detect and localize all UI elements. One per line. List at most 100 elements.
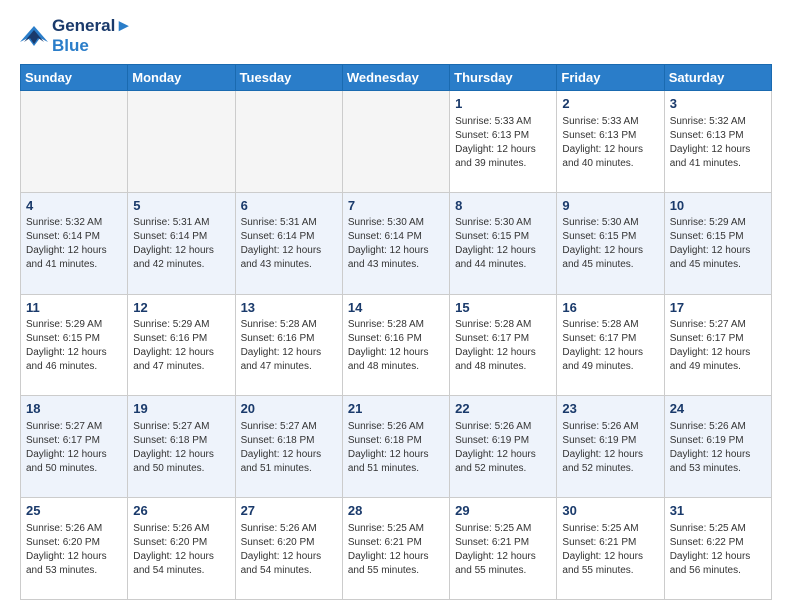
day-info: Sunrise: 5:27 AMSunset: 6:18 PMDaylight:… <box>133 420 229 476</box>
calendar-cell: 11Sunrise: 5:29 AMSunset: 6:15 PMDayligh… <box>21 294 128 396</box>
day-info: Sunrise: 5:25 AMSunset: 6:21 PMDaylight:… <box>562 522 658 578</box>
weekday-header-row: SundayMondayTuesdayWednesdayThursdayFrid… <box>21 65 772 91</box>
day-info: Sunrise: 5:25 AMSunset: 6:21 PMDaylight:… <box>455 522 551 578</box>
calendar-week-4: 18Sunrise: 5:27 AMSunset: 6:17 PMDayligh… <box>21 396 772 498</box>
calendar-cell: 20 Sunrise: 5:27 AMSunset: 6:18 PMDayligh… <box>235 396 342 498</box>
day-number: 1 <box>455 95 551 113</box>
calendar-week-5: 25 Sunrise: 5:26 AMSunset: 6:20 PMDayligh… <box>21 498 772 600</box>
calendar-cell: 7Sunrise: 5:30 AMSunset: 6:14 PMDaylight… <box>342 192 449 294</box>
day-number: 16 <box>562 299 658 317</box>
calendar-cell: 4Sunrise: 5:32 AMSunset: 6:14 PMDaylight… <box>21 192 128 294</box>
day-number: 4 <box>26 197 122 215</box>
day-number: 30 <box>562 502 658 520</box>
day-number: 14 <box>348 299 444 317</box>
day-info: Sunrise: 5:32 AMSunset: 6:13 PMDaylight:… <box>670 115 766 171</box>
calendar-cell: 9Sunrise: 5:30 AMSunset: 6:15 PMDaylight… <box>557 192 664 294</box>
day-number: 19 <box>133 400 229 418</box>
calendar-cell: 15Sunrise: 5:28 AMSunset: 6:17 PMDayligh… <box>450 294 557 396</box>
day-info: Sunrise: 5:32 AMSunset: 6:14 PMDaylight:… <box>26 216 122 272</box>
day-number: 5 <box>133 197 229 215</box>
weekday-header-monday: Monday <box>128 65 235 91</box>
calendar-cell <box>128 91 235 193</box>
weekday-header-friday: Friday <box>557 65 664 91</box>
day-info: Sunrise: 5:28 AMSunset: 6:16 PMDaylight:… <box>348 318 444 374</box>
day-info: Sunrise: 5:28 AMSunset: 6:17 PMDaylight:… <box>455 318 551 374</box>
day-number: 31 <box>670 502 766 520</box>
calendar-cell: 2 Sunrise: 5:33 AMSunset: 6:13 PMDaylight… <box>557 91 664 193</box>
day-number: 9 <box>562 197 658 215</box>
day-number: 17 <box>670 299 766 317</box>
day-number: 15 <box>455 299 551 317</box>
calendar-cell: 5Sunrise: 5:31 AMSunset: 6:14 PMDaylight… <box>128 192 235 294</box>
day-info: Sunrise: 5:30 AMSunset: 6:15 PMDaylight:… <box>562 216 658 272</box>
day-number: 2 <box>562 95 658 113</box>
calendar-cell <box>342 91 449 193</box>
day-number: 29 <box>455 502 551 520</box>
day-info: Sunrise: 5:26 AMSunset: 6:19 PMDaylight:… <box>670 420 766 476</box>
calendar-week-1: 1 Sunrise: 5:33 AMSunset: 6:13 PMDaylight… <box>21 91 772 193</box>
day-info: Sunrise: 5:33 AMSunset: 6:13 PMDaylight:… <box>455 115 551 171</box>
day-number: 11 <box>26 299 122 317</box>
weekday-header-thursday: Thursday <box>450 65 557 91</box>
day-number: 7 <box>348 197 444 215</box>
calendar-cell: 14Sunrise: 5:28 AMSunset: 6:16 PMDayligh… <box>342 294 449 396</box>
logo-text: General► Blue <box>52 16 132 56</box>
day-info: Sunrise: 5:26 AMSunset: 6:20 PMDaylight:… <box>26 522 122 578</box>
calendar-cell: 26 Sunrise: 5:26 AMSunset: 6:20 PMDayligh… <box>128 498 235 600</box>
calendar-cell: 24 Sunrise: 5:26 AMSunset: 6:19 PMDayligh… <box>664 396 771 498</box>
day-info: Sunrise: 5:26 AMSunset: 6:20 PMDaylight:… <box>241 522 337 578</box>
day-number: 26 <box>133 502 229 520</box>
day-number: 6 <box>241 197 337 215</box>
day-info: Sunrise: 5:25 AMSunset: 6:22 PMDaylight:… <box>670 522 766 578</box>
day-number: 25 <box>26 502 122 520</box>
calendar-cell: 1 Sunrise: 5:33 AMSunset: 6:13 PMDaylight… <box>450 91 557 193</box>
day-info: Sunrise: 5:30 AMSunset: 6:14 PMDaylight:… <box>348 216 444 272</box>
calendar-cell: 25 Sunrise: 5:26 AMSunset: 6:20 PMDayligh… <box>21 498 128 600</box>
calendar-week-3: 11Sunrise: 5:29 AMSunset: 6:15 PMDayligh… <box>21 294 772 396</box>
calendar-table: SundayMondayTuesdayWednesdayThursdayFrid… <box>20 64 772 600</box>
day-info: Sunrise: 5:29 AMSunset: 6:15 PMDaylight:… <box>670 216 766 272</box>
day-info: Sunrise: 5:26 AMSunset: 6:18 PMDaylight:… <box>348 420 444 476</box>
calendar-cell: 17Sunrise: 5:27 AMSunset: 6:17 PMDayligh… <box>664 294 771 396</box>
logo-icon <box>20 24 48 48</box>
calendar-cell: 6Sunrise: 5:31 AMSunset: 6:14 PMDaylight… <box>235 192 342 294</box>
calendar-cell: 22Sunrise: 5:26 AMSunset: 6:19 PMDayligh… <box>450 396 557 498</box>
day-number: 28 <box>348 502 444 520</box>
day-number: 27 <box>241 502 337 520</box>
day-number: 21 <box>348 400 444 418</box>
calendar-cell: 29 Sunrise: 5:25 AMSunset: 6:21 PMDayligh… <box>450 498 557 600</box>
day-number: 24 <box>670 400 766 418</box>
calendar-cell: 19 Sunrise: 5:27 AMSunset: 6:18 PMDayligh… <box>128 396 235 498</box>
day-info: Sunrise: 5:29 AMSunset: 6:15 PMDaylight:… <box>26 318 122 374</box>
calendar-cell: 23 Sunrise: 5:26 AMSunset: 6:19 PMDayligh… <box>557 396 664 498</box>
calendar-cell: 10Sunrise: 5:29 AMSunset: 6:15 PMDayligh… <box>664 192 771 294</box>
calendar-cell: 3 Sunrise: 5:32 AMSunset: 6:13 PMDaylight… <box>664 91 771 193</box>
day-info: Sunrise: 5:33 AMSunset: 6:13 PMDaylight:… <box>562 115 658 171</box>
day-info: Sunrise: 5:31 AMSunset: 6:14 PMDaylight:… <box>133 216 229 272</box>
day-number: 13 <box>241 299 337 317</box>
day-number: 23 <box>562 400 658 418</box>
day-info: Sunrise: 5:27 AMSunset: 6:17 PMDaylight:… <box>670 318 766 374</box>
weekday-header-saturday: Saturday <box>664 65 771 91</box>
day-number: 8 <box>455 197 551 215</box>
day-info: Sunrise: 5:29 AMSunset: 6:16 PMDaylight:… <box>133 318 229 374</box>
day-info: Sunrise: 5:27 AMSunset: 6:18 PMDaylight:… <box>241 420 337 476</box>
page: General► Blue SundayMondayTuesdayWednesd… <box>0 0 792 612</box>
weekday-header-wednesday: Wednesday <box>342 65 449 91</box>
calendar-cell: 12Sunrise: 5:29 AMSunset: 6:16 PMDayligh… <box>128 294 235 396</box>
day-info: Sunrise: 5:25 AMSunset: 6:21 PMDaylight:… <box>348 522 444 578</box>
day-info: Sunrise: 5:28 AMSunset: 6:17 PMDaylight:… <box>562 318 658 374</box>
header: General► Blue <box>20 16 772 56</box>
day-number: 3 <box>670 95 766 113</box>
calendar-cell: 21 Sunrise: 5:26 AMSunset: 6:18 PMDayligh… <box>342 396 449 498</box>
calendar-cell: 13Sunrise: 5:28 AMSunset: 6:16 PMDayligh… <box>235 294 342 396</box>
day-number: 12 <box>133 299 229 317</box>
day-info: Sunrise: 5:26 AMSunset: 6:19 PMDaylight:… <box>455 420 551 476</box>
day-number: 10 <box>670 197 766 215</box>
day-info: Sunrise: 5:26 AMSunset: 6:19 PMDaylight:… <box>562 420 658 476</box>
day-info: Sunrise: 5:26 AMSunset: 6:20 PMDaylight:… <box>133 522 229 578</box>
day-number: 20 <box>241 400 337 418</box>
day-info: Sunrise: 5:31 AMSunset: 6:14 PMDaylight:… <box>241 216 337 272</box>
logo: General► Blue <box>20 16 132 56</box>
calendar-cell: 27 Sunrise: 5:26 AMSunset: 6:20 PMDayligh… <box>235 498 342 600</box>
